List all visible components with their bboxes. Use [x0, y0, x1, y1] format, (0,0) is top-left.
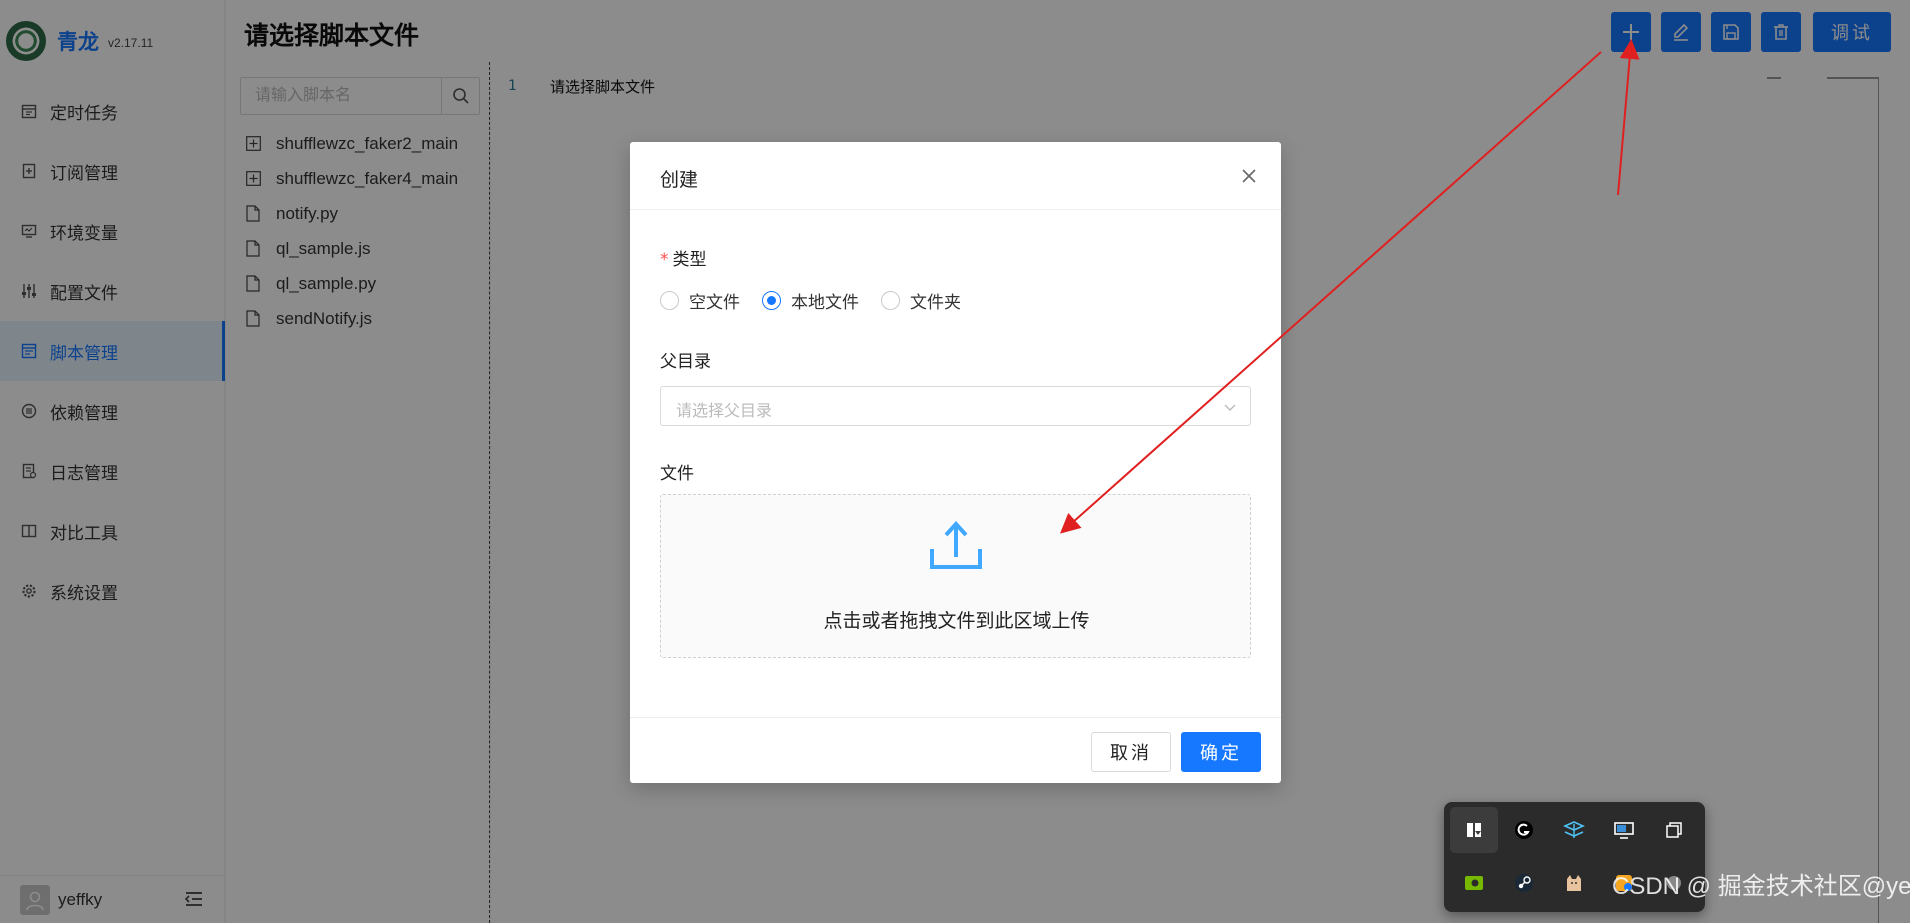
select-placeholder: 请选择父目录 [676, 403, 773, 420]
cat-icon[interactable] [1550, 860, 1598, 906]
logitech-icon[interactable] [1500, 807, 1548, 853]
dialog-header: 创建 [630, 142, 1281, 210]
radio-label: 空文件 [689, 293, 740, 312]
upload-dropzone[interactable]: 点击或者拖拽文件到此区域上传 [660, 494, 1251, 658]
radio-empty-file[interactable]: 空文件 [660, 288, 740, 313]
steam-icon[interactable] [1500, 860, 1548, 906]
parent-dir-label: 父目录 [660, 352, 711, 371]
nvidia-icon[interactable] [1450, 860, 1498, 906]
radio-circle[interactable] [881, 291, 900, 310]
cancel-button[interactable]: 取消 [1091, 732, 1171, 772]
dialog-footer: 取消 确定 [630, 717, 1281, 783]
type-label-text: 类型 [672, 250, 707, 269]
radio-local-file[interactable]: 本地文件 [762, 288, 859, 313]
bookmark-icon[interactable] [1450, 807, 1498, 853]
create-dialog: 创建 * 类型 空文件 本地文件 文件夹 父目录 请选择父目录 文件 点击或者拖… [630, 142, 1281, 783]
upload-hint: 点击或者拖拽文件到此区域上传 [823, 611, 1090, 632]
radio-label: 本地文件 [791, 293, 859, 312]
radio-circle-checked[interactable] [762, 291, 781, 310]
watermark: CSDN @ 掘金技术社区@yeffky亦 [1612, 873, 1910, 900]
radio-circle[interactable] [660, 291, 679, 310]
upload-icon [930, 521, 982, 569]
parent-dir-select[interactable]: 请选择父目录 [660, 386, 1251, 426]
radio-folder[interactable]: 文件夹 [881, 288, 961, 313]
network-icon[interactable] [1550, 807, 1598, 853]
type-label: * 类型 [660, 245, 707, 270]
display-icon[interactable] [1600, 807, 1648, 853]
file-label: 文件 [660, 464, 694, 483]
required-mark: * [660, 250, 669, 270]
type-radio-group: 空文件 本地文件 文件夹 [660, 288, 983, 313]
chevron-down-icon [1222, 399, 1238, 415]
close-icon[interactable] [1237, 164, 1261, 188]
radio-label: 文件夹 [910, 293, 961, 312]
dialog-title: 创建 [660, 170, 699, 191]
ok-button[interactable]: 确定 [1181, 732, 1261, 772]
copy-icon[interactable] [1650, 807, 1698, 853]
